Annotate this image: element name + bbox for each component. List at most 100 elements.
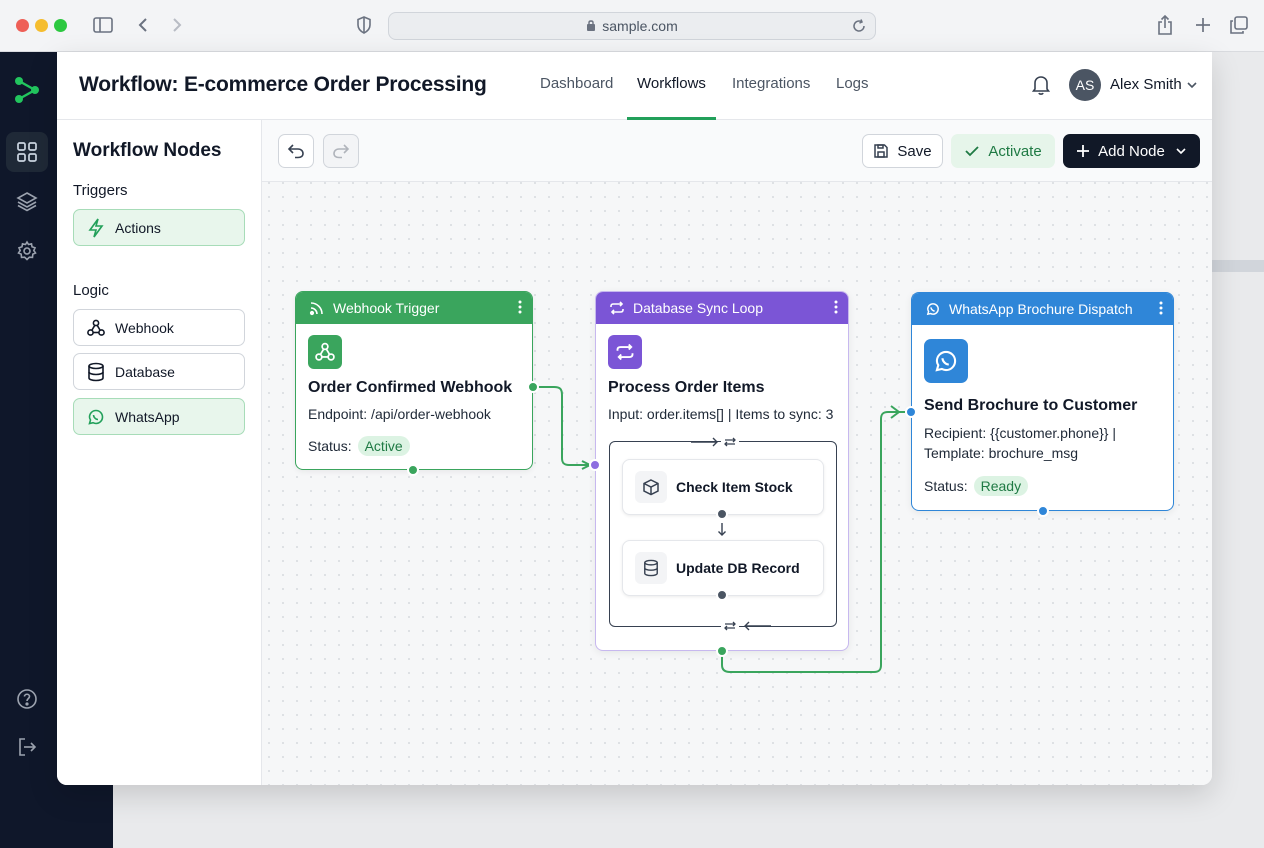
database-sync-loop-node[interactable]: Database Sync Loop Process Order Items I…	[589, 291, 849, 657]
node-header-label: Database Sync Loop	[633, 300, 763, 316]
node-header[interactable]: Database Sync Loop	[596, 292, 848, 324]
close-window-button[interactable]	[16, 19, 29, 32]
loop-icon	[609, 300, 625, 316]
sidebar-item-label: Database	[115, 363, 175, 380]
activate-button[interactable]: Activate	[951, 134, 1055, 168]
database-icon	[635, 552, 667, 584]
status-label: Status:	[308, 438, 352, 454]
loop-icon	[608, 335, 642, 369]
whatsapp-icon	[924, 339, 968, 383]
sidebar-item-whatsapp[interactable]: WhatsApp	[73, 398, 245, 435]
sub-node-label: Check Item Stock	[676, 479, 793, 495]
node-header-label: WhatsApp Brochure Dispatch	[949, 301, 1133, 317]
reload-icon[interactable]	[851, 18, 867, 37]
canvas-toolbar: Save Activate Add Node	[262, 120, 1212, 182]
tab-dashboard[interactable]: Dashboard	[540, 75, 613, 120]
save-icon	[874, 144, 889, 158]
activate-label: Activate	[988, 142, 1042, 160]
undo-button[interactable]	[278, 134, 314, 168]
settings-gear-icon[interactable]	[6, 231, 48, 271]
app-header: Workflow: E-commerce Order Processing Da…	[57, 52, 1212, 120]
input-port[interactable]	[589, 459, 601, 471]
sub-node-update-db[interactable]: Update DB Record	[622, 540, 824, 596]
whatsapp-dispatch-node[interactable]: WhatsApp Brochure Dispatch Send Brochure…	[905, 292, 1174, 517]
output-port[interactable]	[716, 645, 728, 657]
notifications-bell-icon[interactable]	[1031, 74, 1051, 101]
chevron-down-icon	[1176, 148, 1186, 155]
node-title: Process Order Items	[608, 379, 765, 396]
back-icon[interactable]	[136, 15, 150, 35]
status-badge: Ready	[973, 476, 1029, 496]
tab-integrations[interactable]: Integrations	[732, 75, 810, 120]
sub-node-label: Update DB Record	[676, 560, 800, 576]
forward-icon[interactable]	[170, 15, 184, 35]
page-title: Workflow: E-commerce Order Processing	[79, 73, 487, 96]
status-label: Status:	[924, 478, 968, 494]
whatsapp-icon	[925, 301, 941, 317]
help-icon[interactable]	[6, 679, 48, 719]
save-button[interactable]: Save	[862, 134, 943, 168]
avatar[interactable]: AS	[1069, 69, 1101, 101]
node-title: Send Brochure to Customer	[924, 397, 1138, 414]
shield-icon[interactable]	[355, 15, 373, 35]
plus-icon	[1077, 145, 1090, 157]
sidebar-item-database[interactable]: Database	[73, 353, 245, 390]
share-icon[interactable]	[1156, 14, 1174, 36]
whatsapp-icon	[86, 407, 106, 427]
arrow-down-icon	[718, 523, 726, 536]
dashboard-grid-icon[interactable]	[6, 132, 48, 172]
node-endpoint: Endpoint: /api/order-webhook	[308, 406, 491, 422]
address-bar[interactable]: sample.com	[388, 12, 876, 40]
input-port[interactable]	[905, 406, 917, 418]
check-icon	[965, 146, 979, 157]
add-node-label: Add Node	[1098, 142, 1165, 160]
signal-icon	[309, 300, 325, 316]
logo-icon	[6, 70, 48, 110]
layers-icon[interactable]	[6, 181, 48, 221]
loop-bottom-arrow-icon	[721, 617, 771, 635]
more-vertical-icon[interactable]	[518, 299, 522, 318]
redo-button[interactable]	[323, 134, 359, 168]
status-badge: Active	[357, 436, 410, 456]
background-page-divider	[1212, 260, 1264, 272]
more-vertical-icon[interactable]	[1159, 300, 1163, 319]
node-title: Order Confirmed Webhook	[308, 379, 513, 396]
sidebar-item-actions[interactable]: Actions	[73, 209, 245, 246]
workflow-canvas[interactable]: Save Activate Add Node Webhook Trigger O…	[262, 120, 1212, 785]
sidebar-item-label: Actions	[115, 219, 161, 236]
maximize-window-button[interactable]	[54, 19, 67, 32]
output-port[interactable]	[527, 381, 539, 393]
section-logic: Logic	[73, 282, 109, 299]
sidebar-toggle-icon[interactable]	[92, 15, 114, 35]
node-header[interactable]: WhatsApp Brochure Dispatch	[912, 293, 1173, 325]
node-recipient: Recipient: {{customer.phone}} |	[924, 425, 1116, 441]
sidebar-item-webhook[interactable]: Webhook	[73, 309, 245, 346]
tabs-overview-icon[interactable]	[1229, 15, 1249, 35]
sub-node-check-stock[interactable]: Check Item Stock	[622, 459, 824, 515]
lock-icon	[586, 18, 596, 34]
new-tab-icon[interactable]	[1194, 16, 1212, 34]
user-name[interactable]: Alex Smith	[1110, 76, 1182, 93]
sidebar-item-label: WhatsApp	[115, 408, 180, 425]
sidebar-item-label: Webhook	[115, 319, 174, 336]
section-triggers: Triggers	[73, 182, 128, 199]
webhook-trigger-node[interactable]: Webhook Trigger Order Confirmed Webhook …	[295, 291, 539, 476]
database-icon	[86, 362, 106, 382]
sub-node-port[interactable]	[716, 508, 728, 520]
tab-workflows[interactable]: Workflows	[627, 75, 716, 120]
loop-top-arrow-icon	[691, 433, 739, 451]
chevron-down-icon[interactable]	[1186, 78, 1198, 96]
sub-node-port[interactable]	[716, 589, 728, 601]
node-input: Input: order.items[] | Items to sync: 3	[608, 406, 834, 422]
more-vertical-icon[interactable]	[834, 299, 838, 318]
output-port[interactable]	[407, 464, 419, 476]
add-node-button[interactable]: Add Node	[1063, 134, 1200, 168]
output-port[interactable]	[1037, 505, 1049, 517]
minimize-window-button[interactable]	[35, 19, 48, 32]
tab-logs[interactable]: Logs	[836, 75, 869, 120]
node-header[interactable]: Webhook Trigger	[296, 292, 532, 324]
node-header-label: Webhook Trigger	[333, 300, 440, 316]
save-label: Save	[897, 142, 932, 160]
box-icon	[635, 471, 667, 503]
logout-icon[interactable]	[6, 727, 48, 767]
